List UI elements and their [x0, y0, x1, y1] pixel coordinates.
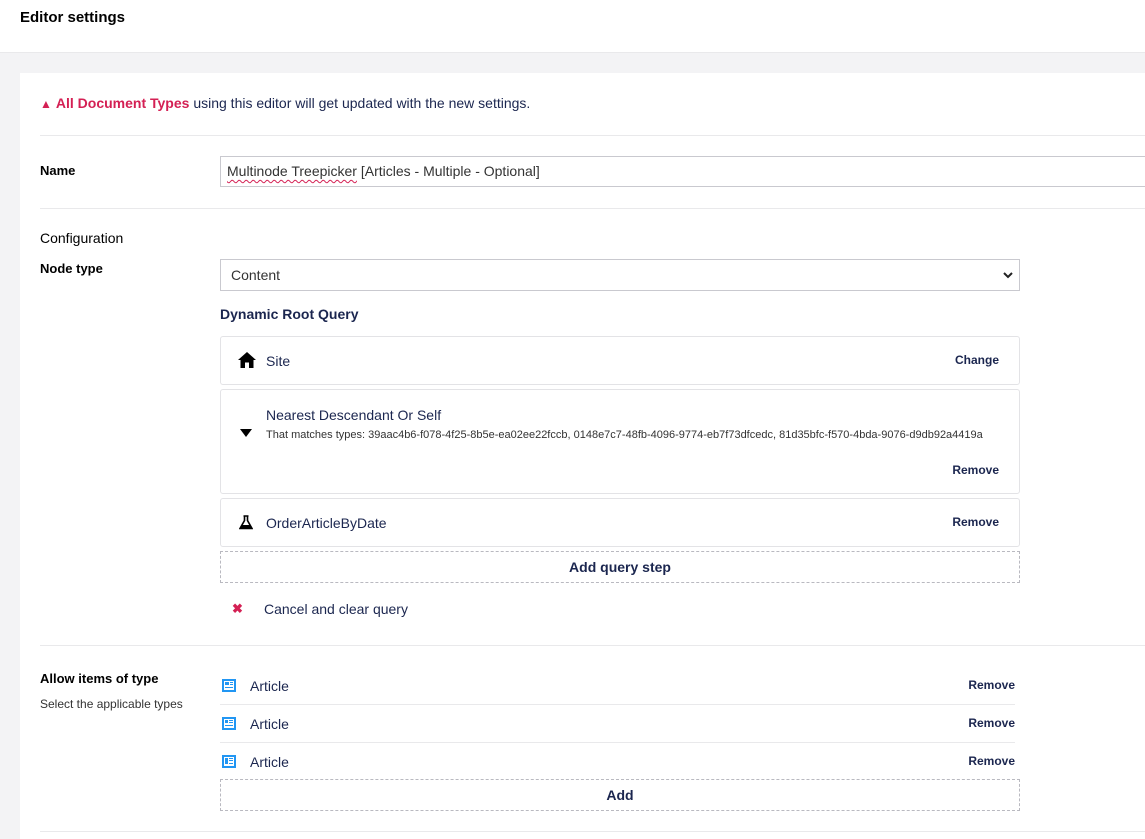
node-type-selected: Content: [231, 267, 281, 283]
document-type-icon: [222, 755, 236, 768]
add-allowed-type-button[interactable]: Add: [220, 779, 1020, 811]
caret-down-icon: [240, 429, 252, 437]
document-type-icon: [222, 717, 236, 730]
allowed-type-name: Article: [250, 754, 289, 770]
name-label: Name: [40, 163, 76, 178]
close-icon: ✖: [232, 601, 243, 616]
allowed-type-name: Article: [250, 716, 289, 732]
query-step-title: OrderArticleByDate: [266, 515, 387, 531]
change-origin-button[interactable]: Change: [955, 353, 999, 367]
allowed-type-row: Article Remove: [220, 743, 1015, 780]
query-step-description: That matches types: 39aac4b6-f078-4f25-8…: [266, 429, 983, 441]
document-type-icon: [222, 679, 236, 692]
divider: [40, 208, 1145, 209]
dynamic-root-heading: Dynamic Root Query: [220, 306, 359, 322]
dynamic-root-origin-card: Site Change: [220, 336, 1020, 385]
name-value-spellcheck: Multinode Treepicker: [227, 163, 357, 179]
query-step-card: Nearest Descendant Or Self That matches …: [220, 389, 1020, 494]
remove-allowed-type-button[interactable]: Remove: [968, 754, 1015, 768]
cancel-clear-query-label: Cancel and clear query: [264, 601, 408, 617]
allowed-type-name: Article: [250, 678, 289, 694]
cancel-clear-query-button[interactable]: ✖ Cancel and clear query: [232, 600, 408, 617]
home-icon: [238, 352, 256, 368]
remove-allowed-type-button[interactable]: Remove: [968, 716, 1015, 730]
page-header: Editor settings: [0, 0, 1145, 53]
editor-settings-panel: ▲ All Document Types using this editor wi…: [20, 73, 1145, 839]
node-type-select[interactable]: Content: [220, 259, 1020, 291]
warning-highlight: All Document Types: [55, 95, 190, 111]
page-title: Editor settings: [20, 9, 126, 26]
flask-icon: [239, 515, 253, 530]
node-type-label: Node type: [40, 261, 103, 276]
configuration-label: Configuration: [40, 230, 124, 246]
update-warning: ▲ All Document Types using this editor wi…: [40, 95, 530, 111]
name-input[interactable]: Multinode Treepicker [Articles - Multipl…: [220, 156, 1145, 187]
allowed-type-row: Article Remove: [220, 667, 1015, 705]
allowed-type-row: Article Remove: [220, 705, 1015, 743]
remove-allowed-type-button[interactable]: Remove: [968, 678, 1015, 692]
add-query-step-button[interactable]: Add query step: [220, 551, 1020, 583]
allow-items-label: Allow items of type: [40, 671, 159, 686]
query-step-card: OrderArticleByDate Remove: [220, 498, 1020, 547]
allow-items-sublabel: Select the applicable types: [40, 697, 183, 711]
chevron-down-icon: [1003, 272, 1013, 279]
origin-title: Site: [266, 353, 291, 369]
name-value-rest: [Articles - Multiple - Optional]: [356, 163, 540, 179]
divider: [40, 831, 1145, 832]
warning-icon: ▲: [40, 97, 52, 111]
divider: [40, 645, 1145, 646]
warning-text: using this editor will get updated with …: [189, 95, 531, 111]
divider: [40, 135, 1145, 136]
remove-query-step-button[interactable]: Remove: [952, 463, 999, 477]
query-step-title: Nearest Descendant Or Self: [266, 407, 442, 423]
remove-query-step-button[interactable]: Remove: [952, 515, 999, 529]
